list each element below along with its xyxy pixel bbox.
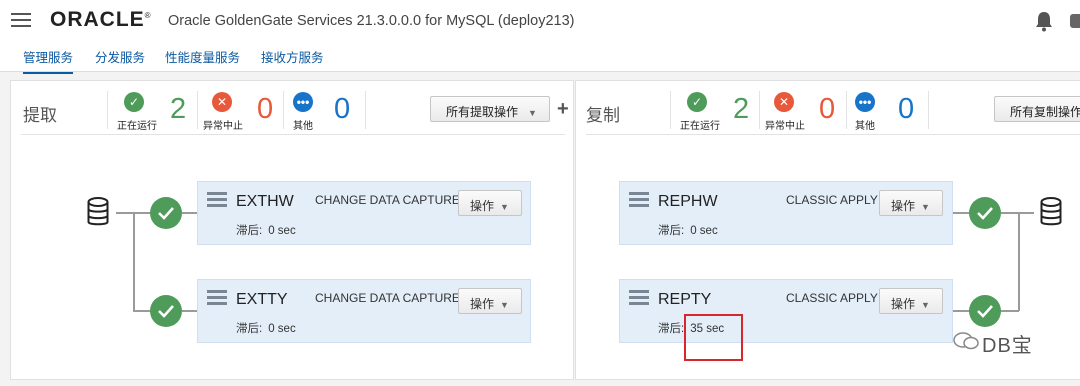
divider [928, 91, 929, 129]
hamburger-menu-icon[interactable] [11, 13, 31, 27]
process-lag: 滞后: 0 sec [658, 225, 718, 237]
tab-admin-service[interactable]: 管理服务 [23, 47, 74, 74]
extract-panel-header: 提取 ✓ 正在运行 2 ✕ 异常中止 0 ••• 其他 0 所有提取操作 ▼ [11, 81, 573, 133]
extract-other-stat[interactable]: ••• 其他 0 [293, 92, 373, 132]
divider [759, 91, 760, 129]
all-replicat-actions-button[interactable]: 所有复制操作 [994, 96, 1080, 122]
extract-other-count: 0 [334, 93, 351, 125]
x-icon: ✕ [212, 92, 232, 112]
replicat-panel-title: 复制 [586, 106, 620, 125]
divider [846, 91, 847, 129]
replicat-panel-header: 复制 ✓ 正在运行 2 ✕ 异常中止 0 ••• 其他 0 所有复制操作 [576, 81, 1080, 133]
top-bar: ORACLE® Oracle GoldenGate Services 21.3.… [0, 0, 1080, 44]
database-icon [1040, 197, 1062, 226]
process-type: CLASSIC APPLY [786, 291, 878, 305]
divider [107, 91, 108, 129]
tab-distribution-service[interactable]: 分发服务 [95, 47, 145, 66]
extract-status-check-icon [150, 295, 182, 327]
tab-receiver-service[interactable]: 接收方服务 [261, 47, 324, 66]
extract-status-check-icon [150, 197, 182, 229]
divider [197, 91, 198, 129]
process-name[interactable]: EXTHW [236, 193, 294, 211]
extract-abended-stat[interactable]: ✕ 异常中止 0 [203, 92, 283, 132]
replicat-abended-count: 0 [819, 93, 836, 125]
wechat-icon [953, 332, 979, 350]
process-card-repty[interactable]: REPTY CLASSIC APPLY 滞后: 35 sec 操作 ▼ [619, 279, 953, 343]
replicat-abended-stat[interactable]: ✕ 异常中止 0 [765, 92, 845, 132]
extract-running-count: 2 [170, 93, 187, 125]
check-icon: ✓ [124, 92, 144, 112]
watermark-text: DB宝 [982, 335, 1033, 357]
divider [586, 134, 1080, 135]
ellipsis-icon: ••• [293, 92, 313, 112]
replicat-running-stat[interactable]: ✓ 正在运行 2 [680, 92, 760, 132]
divider [283, 91, 284, 129]
replicat-other-count: 0 [898, 93, 915, 125]
tab-performance-metrics-service[interactable]: 性能度量服务 [165, 47, 240, 66]
oracle-logo: ORACLE® [50, 8, 152, 31]
connector-line [1001, 310, 1019, 312]
divider [365, 91, 366, 129]
divider [21, 134, 565, 135]
operations-button[interactable]: 操作 ▼ [458, 288, 522, 314]
caret-down-icon: ▼ [921, 300, 930, 310]
caret-down-icon: ▼ [500, 202, 509, 212]
connector-line [953, 310, 970, 312]
process-name[interactable]: EXTTY [236, 291, 288, 309]
process-card-exthw[interactable]: EXTHW CHANGE DATA CAPTURE 滞后: 0 sec 操作 ▼ [197, 181, 531, 245]
caret-down-icon: ▼ [528, 108, 537, 118]
process-type: CHANGE DATA CAPTURE [315, 291, 460, 305]
all-extract-actions-button[interactable]: 所有提取操作 ▼ [430, 96, 550, 122]
replicat-status-check-icon [969, 295, 1001, 327]
connector-line [182, 310, 198, 312]
ellipsis-icon: ••• [855, 92, 875, 112]
caret-down-icon: ▼ [921, 202, 930, 212]
database-icon [87, 197, 109, 226]
process-card-extty[interactable]: EXTTY CHANGE DATA CAPTURE 滞后: 0 sec 操作 ▼ [197, 279, 531, 343]
x-icon: ✕ [774, 92, 794, 112]
replicat-status-check-icon [969, 197, 1001, 229]
operations-button[interactable]: 操作 ▼ [879, 190, 943, 216]
extract-panel-title: 提取 [23, 106, 57, 125]
replicat-running-count: 2 [733, 93, 750, 125]
extract-running-stat[interactable]: ✓ 正在运行 2 [117, 92, 197, 132]
process-name[interactable]: REPHW [658, 193, 718, 211]
list-icon [207, 290, 227, 305]
operations-button[interactable]: 操作 ▼ [458, 190, 522, 216]
replicat-other-stat[interactable]: ••• 其他 0 [855, 92, 935, 132]
bell-icon[interactable] [1034, 10, 1054, 32]
list-icon [629, 290, 649, 305]
service-tabs: 管理服务 分发服务 性能度量服务 接收方服务 [0, 44, 1080, 74]
process-lag: 滞后: 0 sec [236, 323, 296, 335]
app-title: Oracle GoldenGate Services 21.3.0.0.0 fo… [168, 13, 575, 29]
check-icon: ✓ [687, 92, 707, 112]
connector-line [182, 212, 198, 214]
operations-button[interactable]: 操作 ▼ [879, 288, 943, 314]
lag-highlight-box [684, 314, 743, 361]
list-icon [207, 192, 227, 207]
process-card-rephw[interactable]: REPHW CLASSIC APPLY 滞后: 0 sec 操作 ▼ [619, 181, 953, 245]
caret-down-icon: ▼ [500, 300, 509, 310]
connector-line [953, 212, 970, 214]
connector-line [133, 213, 135, 311]
connector-line [1018, 213, 1020, 311]
process-type: CHANGE DATA CAPTURE [315, 193, 460, 207]
user-menu-icon[interactable] [1070, 14, 1080, 28]
add-icon[interactable]: + [557, 98, 569, 121]
process-lag: 滞后: 0 sec [236, 225, 296, 237]
divider [670, 91, 671, 129]
process-name[interactable]: REPTY [658, 291, 711, 309]
extract-abended-count: 0 [257, 93, 274, 125]
process-type: CLASSIC APPLY [786, 193, 878, 207]
list-icon [629, 192, 649, 207]
